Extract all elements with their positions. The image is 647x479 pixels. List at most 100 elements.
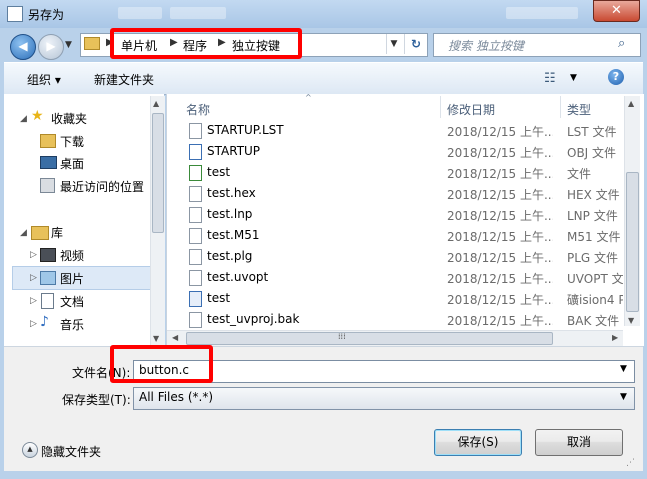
file-type: PLG 文件 — [567, 251, 619, 265]
scroll-down-icon[interactable]: ▼ — [153, 334, 159, 343]
hide-folders-icon[interactable]: ▲ — [22, 442, 38, 458]
search-icon[interactable]: ⌕ — [618, 36, 625, 51]
file-type: BAK 文件 — [567, 314, 620, 328]
sidebar-item-pictures[interactable]: 图片 — [60, 270, 84, 287]
new-folder-button[interactable]: 新建文件夹 — [94, 71, 154, 88]
documents-icon — [41, 293, 54, 309]
search-placeholder: 搜索 独立按键 — [448, 39, 524, 53]
file-name[interactable]: test.plg — [207, 249, 437, 263]
folder-icon — [84, 37, 100, 50]
filetype-dropdown-icon[interactable]: ▼ — [620, 392, 627, 402]
file-date: 2018/12/15 上午... — [447, 167, 553, 181]
sort-indicator-icon: ^ — [305, 93, 312, 102]
file-icon — [189, 144, 202, 160]
column-header-name[interactable]: 名称 — [186, 101, 210, 118]
scroll-down-icon[interactable]: ▼ — [628, 316, 634, 325]
hide-folders-button[interactable]: 隐藏文件夹 — [41, 443, 101, 460]
help-icon[interactable]: ? — [608, 69, 624, 85]
save-button[interactable]: 保存(S) — [434, 429, 522, 456]
file-icon — [189, 249, 202, 265]
file-type: HEX 文件 — [567, 188, 620, 202]
file-date: 2018/12/15 上午... — [447, 188, 553, 202]
file-icon — [189, 312, 202, 328]
scroll-up-icon[interactable]: ▲ — [153, 99, 159, 108]
file-icon — [189, 207, 202, 223]
back-button[interactable]: ◀ — [10, 34, 36, 60]
star-icon: ★ — [31, 108, 44, 124]
file-name[interactable]: test.uvopt — [207, 270, 437, 284]
scroll-right-icon[interactable]: ▶ — [612, 333, 618, 342]
file-type: M51 文件 — [567, 230, 621, 244]
sidebar-item-libraries[interactable]: 库 — [51, 224, 63, 241]
file-name[interactable]: test — [207, 165, 437, 179]
sidebar-item-documents[interactable]: 文档 — [60, 293, 84, 310]
file-type: LNP 文件 — [567, 209, 618, 223]
view-options-icon[interactable]: ☷ — [544, 71, 556, 86]
organize-button[interactable]: 组织 ▾ — [27, 71, 61, 88]
blurred-title-fragment — [170, 7, 226, 19]
column-divider[interactable] — [440, 96, 441, 118]
file-name[interactable]: test — [207, 291, 437, 305]
videos-icon — [40, 248, 56, 262]
library-icon — [31, 226, 49, 240]
column-divider[interactable] — [560, 96, 561, 118]
file-name[interactable]: test_uvproj.bak — [207, 312, 437, 326]
scroll-left-icon[interactable]: ◀ — [172, 333, 178, 342]
horizontal-scroll-thumb[interactable] — [186, 332, 553, 345]
sidebar-item-music[interactable]: 音乐 — [60, 316, 84, 333]
view-dropdown-icon[interactable]: ▼ — [570, 73, 577, 83]
file-date: 2018/12/15 上午... — [447, 146, 553, 160]
file-icon — [189, 228, 202, 244]
sidebar-item-videos[interactable]: 视频 — [60, 247, 84, 264]
expander-icon[interactable]: ▷ — [30, 273, 37, 283]
address-dropdown-icon[interactable]: ▼ — [386, 34, 401, 54]
recent-pages-dropdown-icon[interactable]: ▼ — [65, 40, 72, 50]
file-icon — [189, 270, 202, 286]
sidebar-item-recent[interactable]: 最近访问的位置 — [60, 178, 144, 195]
expander-icon[interactable]: ▷ — [30, 296, 37, 306]
file-type: 文件 — [567, 167, 592, 181]
sidebar-item-desktop[interactable]: 桌面 — [60, 155, 84, 172]
file-icon — [189, 123, 202, 139]
vertical-scroll-thumb[interactable] — [626, 172, 639, 312]
expander-icon[interactable]: ▷ — [30, 250, 37, 260]
file-date: 2018/12/15 上午... — [447, 272, 553, 286]
scroll-up-icon[interactable]: ▲ — [628, 99, 634, 108]
file-name[interactable]: STARTUP.LST — [207, 123, 437, 137]
filetype-value[interactable]: All Files (*.*) — [139, 390, 213, 404]
file-date: 2018/12/15 上午... — [447, 293, 553, 307]
recent-places-icon — [40, 178, 55, 193]
window-title: 另存为 — [28, 8, 65, 22]
blurred-title-fragment — [506, 7, 578, 19]
sidebar-scroll-thumb[interactable] — [152, 113, 164, 233]
sidebar-item-downloads[interactable]: 下载 — [60, 133, 84, 150]
file-type: 礦ision4 P — [567, 293, 623, 307]
forward-button[interactable]: ▶ — [38, 34, 64, 60]
expander-icon[interactable]: ◢ — [20, 228, 27, 238]
close-button[interactable]: ✕ — [593, 0, 640, 22]
refresh-icon[interactable]: ↻ — [404, 34, 427, 54]
filename-dropdown-icon[interactable]: ▼ — [620, 364, 627, 374]
expander-icon[interactable]: ◢ — [20, 114, 27, 124]
column-header-date[interactable]: 修改日期 — [447, 101, 495, 118]
blurred-title-fragment — [118, 7, 162, 19]
file-date: 2018/12/15 上午... — [447, 230, 553, 244]
file-type: UVOPT 文 — [567, 272, 623, 286]
file-date: 2018/12/15 上午... — [447, 209, 553, 223]
resize-grip-icon[interactable]: ⋰ — [626, 458, 635, 468]
file-name[interactable]: STARTUP — [207, 144, 437, 158]
column-header-type[interactable]: 类型 — [567, 101, 591, 118]
file-name[interactable]: test.M51 — [207, 228, 437, 242]
downloads-folder-icon — [40, 134, 56, 148]
window-app-icon — [7, 6, 23, 22]
cancel-button[interactable]: 取消 — [535, 429, 623, 456]
file-icon — [189, 186, 202, 202]
file-name[interactable]: test.lnp — [207, 207, 437, 221]
file-icon — [189, 165, 202, 181]
expander-icon[interactable]: ▷ — [30, 319, 37, 329]
highlight-box-address — [110, 28, 302, 59]
sidebar-item-favorites[interactable]: 收藏夹 — [51, 110, 87, 127]
uvision-project-icon — [189, 291, 202, 307]
file-name[interactable]: test.hex — [207, 186, 437, 200]
scroll-grip-icon: ⁞⁞⁞ — [338, 332, 346, 341]
